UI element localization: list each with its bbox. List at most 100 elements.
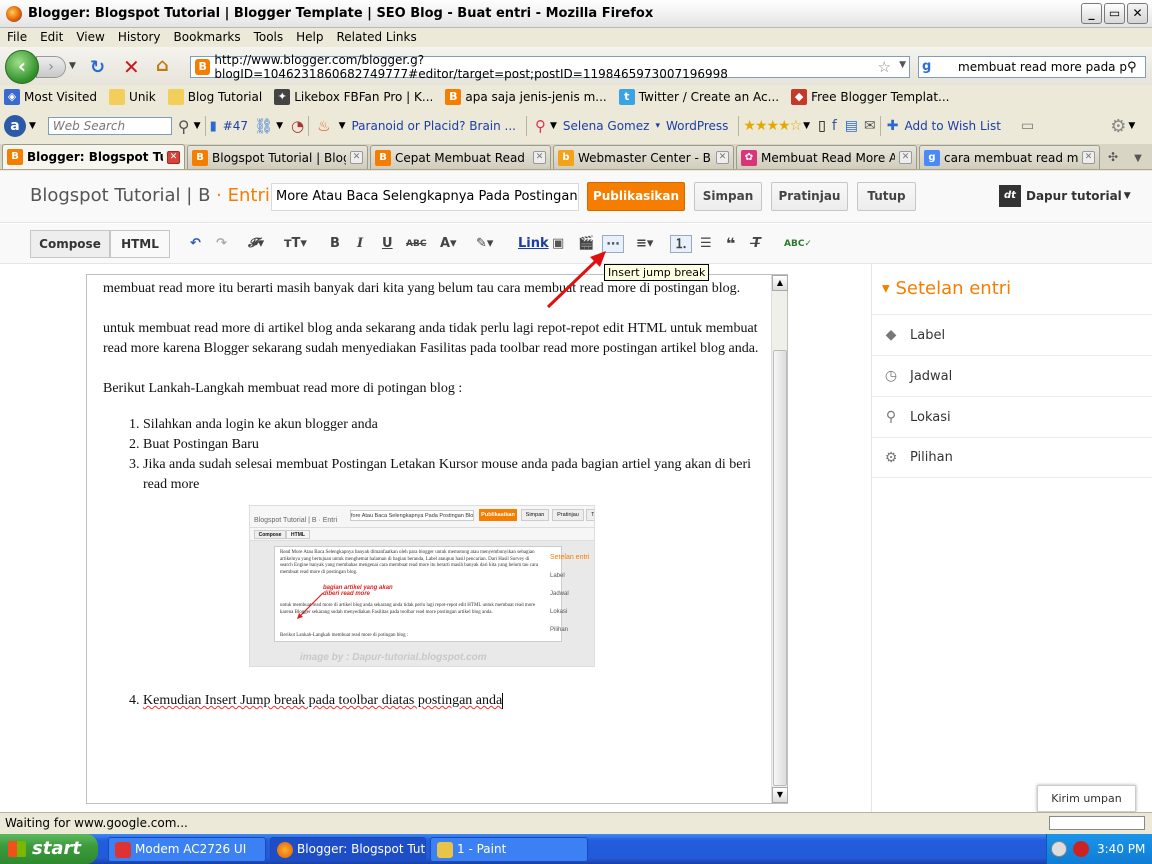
flame-dropdown-icon[interactable]: ▼ bbox=[339, 121, 346, 131]
tab-list-icon[interactable]: ✣ bbox=[1108, 150, 1118, 164]
highlight-color-icon[interactable]: ✎▾ bbox=[476, 235, 493, 253]
notebook-icon[interactable]: ▯ bbox=[818, 118, 826, 134]
add-to-wish-list-link[interactable]: Add to Wish List bbox=[904, 119, 1001, 133]
post-title-input[interactable]: More Atau Baca Selengkapnya Pada Posting… bbox=[271, 183, 579, 211]
task-modem[interactable]: Modem AC2726 UI bbox=[108, 837, 266, 862]
bookmark-twitter[interactable]: t Twitter / Create an Ac... bbox=[618, 89, 779, 105]
tab-cara-membuat[interactable]: gcara membuat read more...✕ bbox=[919, 145, 1100, 169]
timer-icon[interactable]: ◔ bbox=[291, 117, 304, 135]
minimize-button[interactable]: _ bbox=[1081, 3, 1102, 24]
menu-related-links[interactable]: Related Links bbox=[337, 30, 417, 44]
bold-icon[interactable]: B bbox=[330, 235, 340, 253]
search-bar[interactable]: g membuat read more pada postingan ⚲ bbox=[918, 56, 1146, 78]
gear-dropdown-icon[interactable]: ▼ bbox=[1128, 121, 1135, 131]
align-icon[interactable]: ≡▾ bbox=[636, 235, 653, 253]
history-dropdown-icon[interactable]: ▼ bbox=[69, 61, 76, 71]
maximize-button[interactable]: ▭ bbox=[1104, 3, 1125, 24]
menu-help[interactable]: Help bbox=[296, 30, 323, 44]
tab-scroll-icon[interactable]: ▼ bbox=[1134, 153, 1142, 164]
search-icon[interactable]: ⚲ bbox=[1127, 60, 1145, 75]
menu-history[interactable]: History bbox=[118, 30, 161, 44]
url-dropdown-icon[interactable]: ▼ bbox=[899, 60, 906, 70]
bookmark-apa-saja[interactable]: Bapa saja jenis-jenis m... bbox=[445, 89, 607, 105]
rating-stars-icon[interactable]: ★★★★☆ bbox=[743, 118, 802, 134]
underline-icon[interactable]: U bbox=[382, 235, 393, 253]
compose-mode-button[interactable]: Compose bbox=[30, 230, 110, 258]
tab-blogspot-tutorial[interactable]: BBlogspot Tutorial | Blogge...✕ bbox=[187, 145, 368, 169]
bookmark-blog-tutorial[interactable]: Blog Tutorial bbox=[167, 89, 262, 105]
home-icon[interactable]: ⌂ bbox=[156, 55, 169, 76]
tab-close-icon[interactable]: ✕ bbox=[533, 151, 546, 164]
link-dropdown-icon[interactable]: ▼ bbox=[276, 121, 283, 131]
menu-edit[interactable]: Edit bbox=[40, 30, 63, 44]
sidebar-item-label[interactable]: ◆ Label bbox=[872, 314, 1152, 355]
rating-dropdown-icon[interactable]: ▼ bbox=[803, 121, 810, 131]
post-editor[interactable]: membuat read more itu berarti masih bany… bbox=[86, 274, 788, 804]
stop-icon[interactable]: ✕ bbox=[123, 55, 140, 79]
menu-file[interactable]: File bbox=[7, 30, 27, 44]
user-menu[interactable]: dt Dapur tutorial ▼ bbox=[999, 185, 1131, 207]
chain-link-icon[interactable]: ⛓ bbox=[254, 117, 273, 135]
preview-button[interactable]: Pratinjau bbox=[771, 182, 848, 211]
menu-tools[interactable]: Tools bbox=[254, 30, 284, 44]
editor-content[interactable]: membuat read more itu berarti masih bany… bbox=[103, 279, 759, 711]
scrollbar-thumb[interactable] bbox=[773, 350, 787, 786]
close-post-button[interactable]: Tutup bbox=[857, 182, 916, 211]
italic-icon[interactable]: I bbox=[357, 235, 363, 253]
web-search-dropdown-icon[interactable]: ▼ bbox=[194, 121, 201, 131]
save-button[interactable]: Simpan bbox=[694, 182, 762, 211]
paranoid-link[interactable]: Paranoid or Placid? Brain ... bbox=[351, 119, 516, 133]
font-family-icon[interactable]: 𝓕▾ bbox=[248, 235, 264, 253]
task-firefox[interactable]: Blogger: Blogspot Tuto... bbox=[270, 837, 426, 862]
search-lens-icon[interactable]: ⚲ bbox=[535, 117, 546, 135]
search-input[interactable]: membuat read more pada postingan bbox=[958, 60, 1127, 74]
id-card-icon[interactable]: ▭ bbox=[1021, 118, 1034, 134]
publish-button[interactable]: Publikasikan bbox=[587, 182, 685, 211]
bookmark-likebox[interactable]: ✦ Likebox FBFan Pro | K... bbox=[274, 89, 433, 105]
strikethrough-icon[interactable]: ABC bbox=[406, 235, 426, 253]
bookmark-unik[interactable]: Unik bbox=[109, 89, 156, 105]
menu-view[interactable]: View bbox=[76, 30, 104, 44]
font-size-icon[interactable]: тT▾ bbox=[284, 235, 307, 253]
tab-close-icon[interactable]: ✕ bbox=[1082, 151, 1095, 164]
back-button[interactable]: ‹ bbox=[5, 50, 39, 84]
tab-close-icon[interactable]: ✕ bbox=[716, 151, 729, 164]
tab-membuat-read-more[interactable]: ✿Membuat Read More Ata...✕ bbox=[736, 145, 917, 169]
antivirus-icon[interactable] bbox=[1073, 841, 1089, 857]
document-icon[interactable]: ▤ bbox=[845, 118, 858, 134]
task-paint[interactable]: 1 - Paint bbox=[430, 837, 588, 862]
sidebar-item-schedule[interactable]: ◷ Jadwal bbox=[872, 355, 1152, 396]
spellcheck-icon[interactable]: ABC✓ bbox=[784, 235, 812, 253]
selena-gomez-link[interactable]: Selena Gomez bbox=[563, 119, 650, 133]
bookmark-most-visited[interactable]: ◈ Most Visited bbox=[4, 89, 97, 105]
tray-arrow-icon[interactable] bbox=[1051, 841, 1067, 857]
web-search-input[interactable]: Web Search bbox=[47, 117, 172, 135]
tab-close-icon[interactable]: ✕ bbox=[899, 151, 912, 164]
forward-button[interactable]: › bbox=[36, 56, 66, 78]
bookmark-star-icon[interactable]: ☆ bbox=[878, 58, 891, 76]
scroll-up-icon[interactable]: ▲ bbox=[772, 275, 788, 291]
facebook-icon[interactable]: f bbox=[832, 118, 837, 134]
close-button[interactable]: ✕ bbox=[1127, 3, 1148, 24]
bulleted-list-icon[interactable]: ☰ bbox=[700, 235, 712, 253]
reload-icon[interactable]: ↻ bbox=[90, 57, 105, 78]
wordpress-link[interactable]: WordPress bbox=[666, 119, 728, 133]
scroll-down-icon[interactable]: ▼ bbox=[772, 787, 788, 803]
window-title-bar[interactable]: Blogger: Blogspot Tutorial | Blogger Tem… bbox=[0, 0, 1152, 28]
alexa-dropdown-icon[interactable]: ▼ bbox=[29, 121, 36, 131]
tab-close-icon[interactable]: ✕ bbox=[350, 151, 363, 164]
web-search-icon[interactable]: ⚲ bbox=[178, 117, 190, 136]
tab-webmaster-center[interactable]: bWebmaster Center - Bing✕ bbox=[553, 145, 734, 169]
undo-icon[interactable]: ↶ bbox=[190, 235, 201, 253]
google-icon[interactable]: g bbox=[922, 59, 938, 75]
rank-count[interactable]: #47 bbox=[223, 119, 248, 133]
lens-dropdown-icon[interactable]: ▼ bbox=[550, 121, 557, 131]
sidebar-item-options[interactable]: ⚙ Pilihan bbox=[872, 437, 1152, 478]
selena-dropdown-icon[interactable]: ▾ bbox=[655, 121, 660, 131]
text-color-icon[interactable]: A▾ bbox=[440, 235, 457, 253]
tab-cepat-membuat[interactable]: BCepat Membuat Read Mo...✕ bbox=[370, 145, 551, 169]
tab-close-icon[interactable]: ✕ bbox=[167, 150, 180, 164]
url-bar[interactable]: B http://www.blogger.com/blogger.g?blogI… bbox=[190, 53, 910, 81]
flame-icon[interactable]: ♨ bbox=[317, 117, 330, 135]
redo-icon[interactable]: ↷ bbox=[216, 235, 227, 253]
